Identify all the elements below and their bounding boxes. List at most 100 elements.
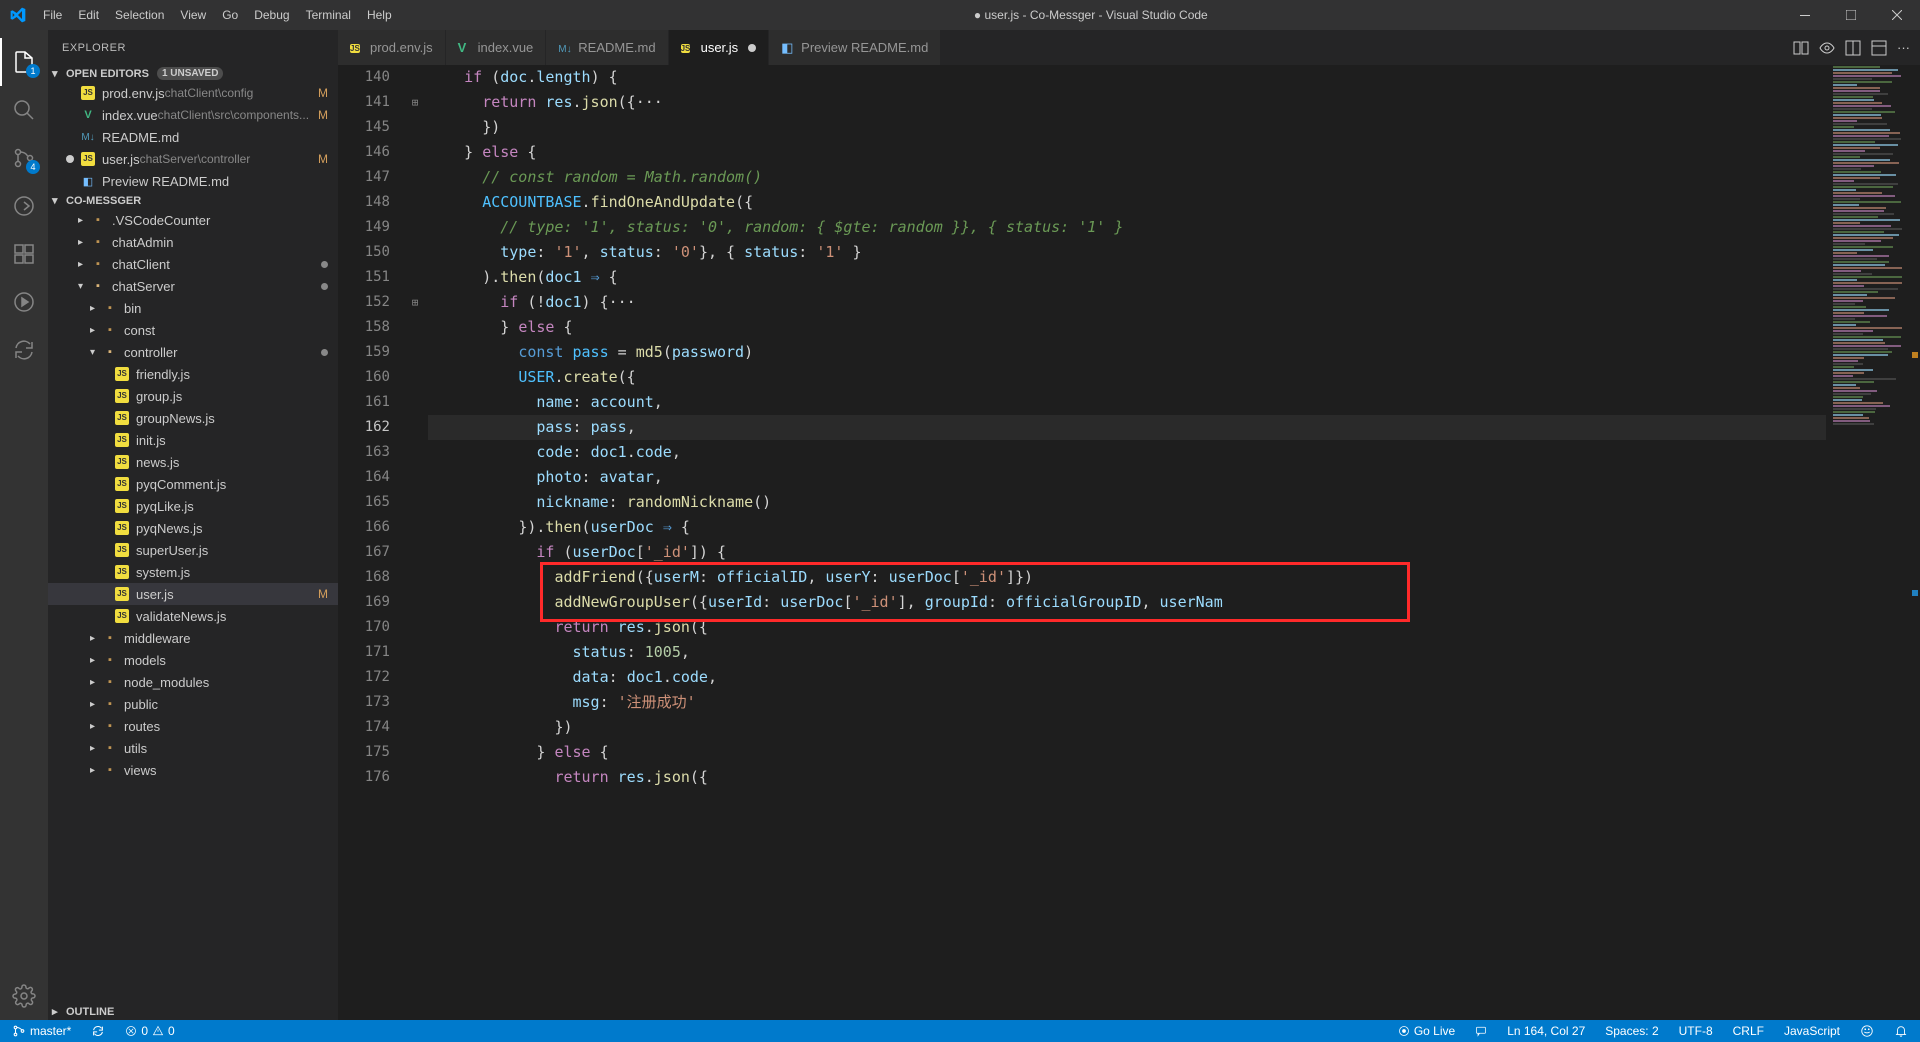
layout-icon[interactable] xyxy=(1871,40,1887,56)
folder-item[interactable]: ▸▪routes xyxy=(48,715,338,737)
activity-search-icon[interactable] xyxy=(0,86,48,134)
menu-edit[interactable]: Edit xyxy=(70,0,107,30)
activity-sync-icon[interactable] xyxy=(0,326,48,374)
status-golive[interactable]: Go Live xyxy=(1394,1024,1459,1038)
editor-tab[interactable]: M↓README.md xyxy=(546,30,668,65)
folder-item[interactable]: ▾▪controller xyxy=(48,341,338,363)
folder-item[interactable]: ▸▪chatClient xyxy=(48,253,338,275)
file-path-hint: chatClient\src\components... xyxy=(158,108,309,122)
chevron-right-icon: ▸ xyxy=(78,237,90,248)
status-sync[interactable] xyxy=(87,1024,109,1038)
menu-go[interactable]: Go xyxy=(214,0,246,30)
scm-badge: 4 xyxy=(26,160,40,174)
section-workspace[interactable]: ▾ CO-MESSGER xyxy=(48,192,338,209)
file-path-hint: chatClient\config xyxy=(165,86,254,100)
status-branch[interactable]: master* xyxy=(8,1024,75,1038)
folder-icon: ▪ xyxy=(102,676,118,688)
status-feedback[interactable] xyxy=(1471,1025,1491,1037)
item-label: bin xyxy=(124,301,141,316)
git-status: M xyxy=(318,108,328,122)
minimap[interactable] xyxy=(1826,65,1906,1020)
open-editor-item[interactable]: M↓README.md xyxy=(48,126,338,148)
menu-help[interactable]: Help xyxy=(359,0,400,30)
open-editor-item[interactable]: JSprod.env.js chatClient\configM xyxy=(48,82,338,104)
file-item[interactable]: JSsystem.js xyxy=(48,561,338,583)
folder-item[interactable]: ▸▪models xyxy=(48,649,338,671)
minimize-button[interactable] xyxy=(1782,0,1828,30)
activity-settings-icon[interactable] xyxy=(0,972,48,1020)
overview-ruler[interactable] xyxy=(1906,65,1920,1020)
folder-item[interactable]: ▸▪public xyxy=(48,693,338,715)
menu-terminal[interactable]: Terminal xyxy=(298,0,359,30)
maximize-button[interactable] xyxy=(1828,0,1874,30)
preview-icon[interactable] xyxy=(1819,40,1835,56)
unsaved-pill: 1 UNSAVED xyxy=(157,67,224,80)
folder-item[interactable]: ▸▪views xyxy=(48,759,338,781)
close-button[interactable] xyxy=(1874,0,1920,30)
item-label: chatServer xyxy=(112,279,175,294)
open-editor-item[interactable]: JSuser.js chatServer\controllerM xyxy=(48,148,338,170)
tab-label: Preview README.md xyxy=(801,40,928,55)
menu-selection[interactable]: Selection xyxy=(107,0,172,30)
editor-body[interactable]: 1401411451461471481491501511521581591601… xyxy=(338,65,1920,1020)
activity-scm-icon[interactable]: 4 xyxy=(0,134,48,182)
tab-label: prod.env.js xyxy=(370,40,433,55)
chevron-down-icon: ▾ xyxy=(78,281,90,292)
activity-explorer-icon[interactable]: 1 xyxy=(0,38,48,86)
open-editor-item[interactable]: Vindex.vue chatClient\src\components...M xyxy=(48,104,338,126)
chevron-right-icon: ▸ xyxy=(90,633,102,644)
editor-tab[interactable]: Vindex.vue xyxy=(446,30,547,65)
folder-item[interactable]: ▸▪.VSCodeCounter xyxy=(48,209,338,231)
editor-tab[interactable]: JSuser.js xyxy=(669,30,770,65)
file-item[interactable]: JSpyqLike.js xyxy=(48,495,338,517)
menu-debug[interactable]: Debug xyxy=(246,0,297,30)
vue-file-icon: V xyxy=(458,40,467,55)
status-cursor[interactable]: Ln 164, Col 27 xyxy=(1503,1024,1589,1038)
menu-view[interactable]: View xyxy=(172,0,214,30)
status-bell-icon[interactable] xyxy=(1890,1024,1912,1038)
file-item[interactable]: JSpyqComment.js xyxy=(48,473,338,495)
code-content[interactable]: if (doc.length) { return res.json({··· }… xyxy=(422,65,1826,1020)
activity-run-icon[interactable] xyxy=(0,278,48,326)
status-eol[interactable]: CRLF xyxy=(1729,1024,1768,1038)
status-problems[interactable]: 0 0 xyxy=(121,1024,178,1038)
folder-item[interactable]: ▾▪chatServer xyxy=(48,275,338,297)
section-outline[interactable]: ▸ OUTLINE xyxy=(48,1003,338,1020)
editor-area: JSprod.env.jsVindex.vueM↓README.mdJSuser… xyxy=(338,30,1920,1020)
file-path-hint: chatServer\controller xyxy=(140,152,251,166)
split-icon[interactable] xyxy=(1845,40,1861,56)
folder-item[interactable]: ▸▪chatAdmin xyxy=(48,231,338,253)
file-item[interactable]: JSpyqNews.js xyxy=(48,517,338,539)
folder-item[interactable]: ▸▪bin xyxy=(48,297,338,319)
status-language[interactable]: JavaScript xyxy=(1780,1024,1844,1038)
editor-tab[interactable]: JSprod.env.js xyxy=(338,30,446,65)
compare-icon[interactable] xyxy=(1793,40,1809,56)
more-icon[interactable]: ··· xyxy=(1897,40,1910,55)
file-name: Preview README.md xyxy=(102,174,229,189)
folder-item[interactable]: ▸▪utils xyxy=(48,737,338,759)
folder-item[interactable]: ▸▪middleware xyxy=(48,627,338,649)
chevron-right-icon: ▸ xyxy=(90,765,102,776)
status-spaces[interactable]: Spaces: 2 xyxy=(1601,1024,1662,1038)
open-editor-item[interactable]: ◧Preview README.md xyxy=(48,170,338,192)
folder-item[interactable]: ▸▪const xyxy=(48,319,338,341)
item-label: groupNews.js xyxy=(136,411,215,426)
file-item[interactable]: JSuser.jsM xyxy=(48,583,338,605)
file-item[interactable]: JSgroupNews.js xyxy=(48,407,338,429)
file-item[interactable]: JSinit.js xyxy=(48,429,338,451)
editor-tab[interactable]: ◧Preview README.md xyxy=(769,30,941,65)
item-label: utils xyxy=(124,741,147,756)
file-item[interactable]: JSsuperUser.js xyxy=(48,539,338,561)
file-item[interactable]: JSnews.js xyxy=(48,451,338,473)
activity-debug-icon[interactable] xyxy=(0,182,48,230)
file-item[interactable]: JSfriendly.js xyxy=(48,363,338,385)
section-open-editors[interactable]: ▾ OPEN EDITORS 1 UNSAVED xyxy=(48,65,338,82)
status-smile-icon[interactable] xyxy=(1856,1024,1878,1038)
file-item[interactable]: JSgroup.js xyxy=(48,385,338,407)
menu-file[interactable]: File xyxy=(35,0,70,30)
status-encoding[interactable]: UTF-8 xyxy=(1675,1024,1717,1038)
file-item[interactable]: JSvalidateNews.js xyxy=(48,605,338,627)
folder-item[interactable]: ▸▪node_modules xyxy=(48,671,338,693)
activity-extensions-icon[interactable] xyxy=(0,230,48,278)
fold-column[interactable]: ⊞⊞ xyxy=(408,65,422,1020)
